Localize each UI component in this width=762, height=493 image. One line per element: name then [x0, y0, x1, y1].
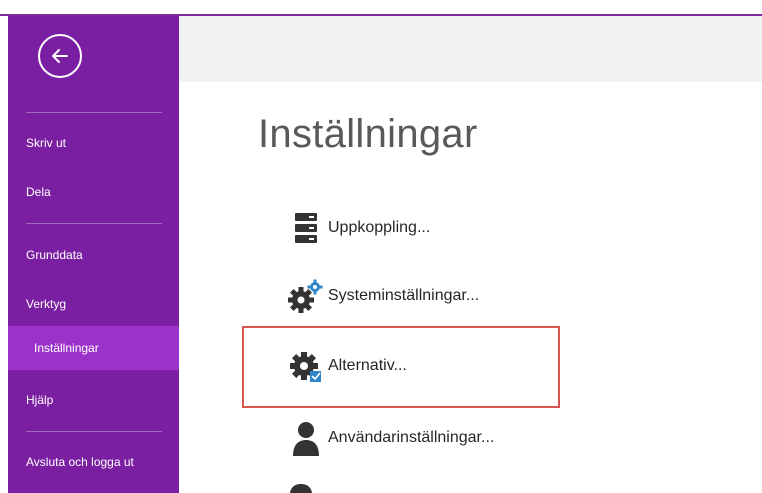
- sidebar-item-label: Dela: [26, 185, 51, 199]
- gears-icon: [286, 276, 326, 316]
- option-alternativ[interactable]: Alternativ...: [286, 346, 407, 386]
- option-label: Systeminställningar...: [328, 287, 480, 304]
- sidebar-item-hjalp[interactable]: Hjälp: [8, 378, 179, 422]
- sidebar-item-skriv-ut[interactable]: Skriv ut: [8, 121, 179, 165]
- user-icon: [286, 418, 326, 458]
- page-title: Inställningar: [258, 112, 478, 156]
- option-label: Uppkoppling...: [328, 219, 431, 236]
- option-label: Alternativ...: [328, 357, 407, 374]
- option-uppkoppling[interactable]: Uppkoppling...: [286, 208, 430, 248]
- gear-check-icon: [286, 346, 326, 386]
- sidebar-item-label: Grunddata: [26, 248, 83, 262]
- app-window: Skriv ut Dela Grunddata Verktyg Inställn…: [0, 0, 762, 493]
- sidebar-item-installningar[interactable]: Inställningar: [8, 326, 179, 370]
- sidebar-item-label: Avsluta och logga ut: [26, 455, 134, 469]
- sidebar-item-label: Inställningar: [34, 341, 99, 355]
- option-systeminstallningar[interactable]: Systeminställningar...: [286, 276, 479, 316]
- sidebar-item-label: Verktyg: [26, 297, 67, 311]
- sidebar-separator: [26, 223, 162, 224]
- sidebar-item-label: Hjälp: [26, 393, 54, 407]
- sidebar-separator: [26, 112, 162, 113]
- option-anvandarinstallningar[interactable]: Användarinställningar...: [286, 418, 494, 458]
- sidebar-item-verktyg[interactable]: Verktyg: [8, 282, 179, 326]
- window-top-border: [0, 0, 762, 16]
- option-label: Användarinställningar...: [328, 429, 495, 446]
- sidebar-separator: [26, 431, 162, 432]
- partial-option-icon: [290, 484, 312, 493]
- arrow-left-circle-icon: [52, 49, 68, 63]
- content-header-band: [179, 16, 762, 82]
- sidebar-item-dela[interactable]: Dela: [8, 170, 179, 214]
- sidebar-item-avsluta[interactable]: Avsluta och logga ut: [8, 440, 179, 484]
- sidebar-item-label: Skriv ut: [26, 136, 67, 150]
- server-icon: [286, 208, 326, 248]
- sidebar-item-grunddata[interactable]: Grunddata: [8, 233, 179, 277]
- back-button[interactable]: [38, 34, 82, 78]
- backstage-sidebar: Skriv ut Dela Grunddata Verktyg Inställn…: [8, 16, 179, 493]
